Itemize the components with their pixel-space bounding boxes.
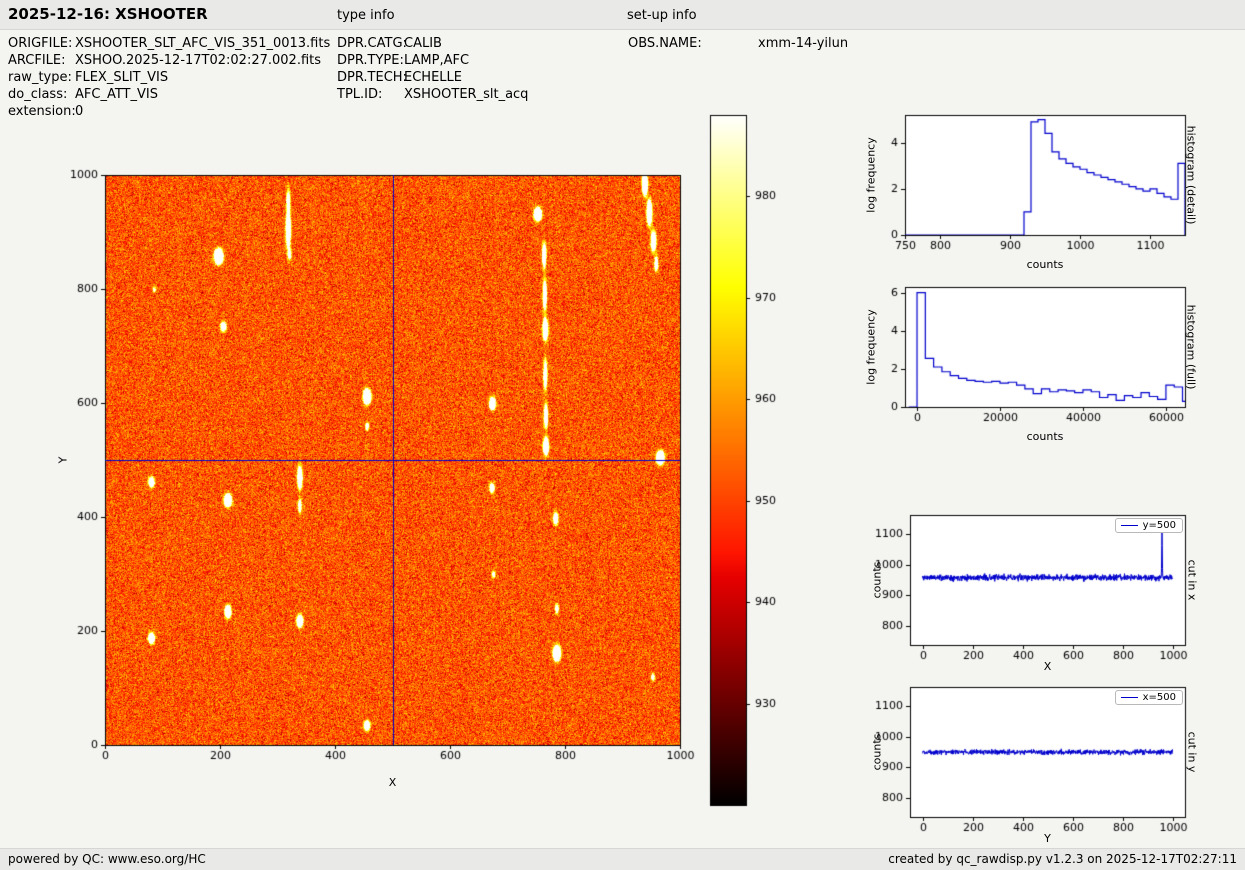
setup-info-heading: set-up info	[627, 8, 697, 23]
meta-tplid: TPL.ID: XSHOOTER_slt_acq	[337, 86, 528, 103]
meta-origfile-value: XSHOOTER_SLT_AFC_VIS_351_0013.fits	[75, 35, 330, 52]
meta-rawtype-value: FLEX_SLIT_VIS	[75, 69, 168, 86]
meta-dprcatg-value: CALIB	[404, 35, 442, 52]
meta-rawtype-label: raw_type:	[8, 69, 75, 86]
cut-x-ylabel: counts	[871, 562, 884, 599]
meta-doclass: do_class: AFC_ATT_VIS	[8, 86, 158, 103]
legend-line-sample	[1121, 697, 1138, 698]
cut-x-legend-label: y=500	[1143, 520, 1176, 531]
colorbar-canvas	[705, 110, 795, 810]
meta-arcfile-label: ARCFILE:	[8, 52, 75, 69]
hist-detail-xlabel: counts	[905, 258, 1185, 271]
raw-image-canvas	[55, 155, 700, 780]
footer-created-by: created by qc_rawdisp.py v1.2.3 on 2025-…	[888, 849, 1237, 870]
meta-dprcatg: DPR.CATG: CALIB	[337, 35, 442, 52]
meta-tplid-value: XSHOOTER_slt_acq	[404, 86, 528, 103]
meta-extension-label: extension:	[8, 103, 75, 120]
meta-dprtech-value: ECHELLE	[404, 69, 462, 86]
meta-rawtype: raw_type: FLEX_SLIT_VIS	[8, 69, 168, 86]
meta-doclass-value: AFC_ATT_VIS	[75, 86, 158, 103]
hist-full-ylabel: log frequency	[865, 309, 878, 384]
meta-origfile-label: ORIGFILE:	[8, 35, 75, 52]
page-title: 2025-12-16: XSHOOTER	[8, 5, 208, 23]
image-x-axis-label: X	[105, 776, 680, 789]
legend-line-sample	[1121, 525, 1138, 526]
cut-y-legend-label: x=500	[1143, 692, 1176, 703]
cut-x-legend: y=500	[1115, 518, 1183, 533]
meta-extension: extension: 0	[8, 103, 83, 120]
hist-detail-side-title: histogram (detail)	[1185, 126, 1198, 225]
meta-extension-value: 0	[75, 103, 83, 120]
hist-detail-ylabel: log frequency	[865, 137, 878, 212]
footer-bar: powered by QC: www.eso.org/HC created by…	[0, 848, 1245, 870]
cut-y-side-title: cut in y	[1186, 732, 1199, 773]
meta-dprcatg-label: DPR.CATG:	[337, 35, 404, 52]
meta-obsname: OBS.NAME: xmm-14-yilun	[628, 35, 848, 52]
cut-y-xlabel: Y	[910, 832, 1185, 845]
cut-y-ylabel: counts	[871, 734, 884, 771]
hist-detail-canvas	[858, 103, 1198, 253]
meta-dprtype: DPR.TYPE: LAMP,AFC	[337, 52, 469, 69]
image-y-axis-label: Y	[57, 457, 70, 464]
meta-origfile: ORIGFILE: XSHOOTER_SLT_AFC_VIS_351_0013.…	[8, 35, 330, 52]
meta-arcfile: ARCFILE: XSHOO.2025-12-17T02:02:27.002.f…	[8, 52, 321, 69]
meta-tplid-label: TPL.ID:	[337, 86, 404, 103]
cut-x-xlabel: X	[910, 660, 1185, 673]
type-info-heading: type info	[337, 8, 395, 23]
hist-full-canvas	[858, 275, 1198, 425]
cut-y-legend: x=500	[1115, 690, 1183, 705]
meta-dprtype-value: LAMP,AFC	[404, 52, 469, 69]
meta-dprtech-label: DPR.TECH:	[337, 69, 404, 86]
cut-x-side-title: cut in x	[1186, 560, 1199, 601]
hist-full-xlabel: counts	[905, 430, 1185, 443]
meta-obsname-value: xmm-14-yilun	[758, 35, 848, 52]
meta-dprtype-label: DPR.TYPE:	[337, 52, 404, 69]
meta-doclass-label: do_class:	[8, 86, 75, 103]
meta-arcfile-value: XSHOO.2025-12-17T02:02:27.002.fits	[75, 52, 321, 69]
hist-full-side-title: histogram (full)	[1185, 305, 1198, 390]
qc-rawdisp-page: 2025-12-16: XSHOOTER type info set-up in…	[0, 0, 1245, 870]
footer-powered-by: powered by QC: www.eso.org/HC	[8, 849, 206, 870]
meta-dprtech: DPR.TECH: ECHELLE	[337, 69, 462, 86]
header-bar: 2025-12-16: XSHOOTER type info set-up in…	[0, 0, 1245, 30]
meta-obsname-label: OBS.NAME:	[628, 35, 758, 52]
